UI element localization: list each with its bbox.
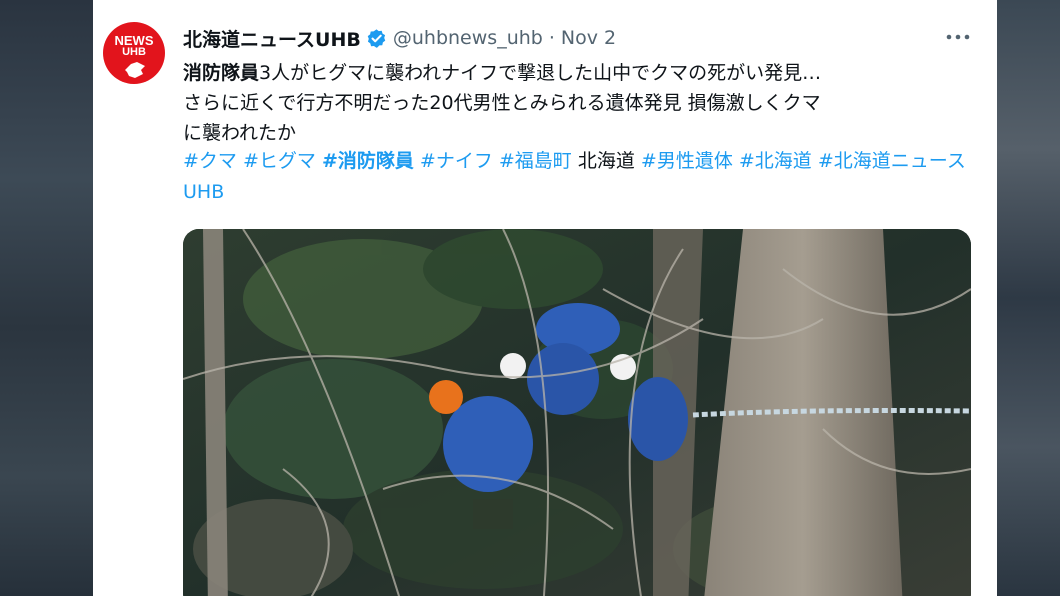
avatar-logo-subtext: UHB: [122, 46, 146, 58]
separator-dot: ·: [548, 27, 555, 49]
tweet-header: 北海道ニュースUHB @uhbnews_uhb · Nov 2: [183, 24, 616, 52]
tweet-text-line-1-rest: 3人がヒグマに襲われナイフで撃退した山中でクマの死がい発見…: [259, 62, 822, 84]
plain-text-hokkaido: 北海道: [577, 150, 635, 172]
hashtag-kuma[interactable]: #クマ: [183, 150, 237, 172]
hashtag-knife[interactable]: #ナイフ: [420, 150, 493, 172]
hokkaido-shape-icon: [125, 62, 145, 78]
tweet-text-line-3: に襲われたか: [183, 122, 297, 144]
user-handle[interactable]: @uhbnews_uhb: [393, 27, 543, 49]
hashtag-fukushima-cho[interactable]: #福島町: [499, 150, 572, 172]
tweet-date[interactable]: Nov 2: [561, 27, 616, 49]
tweet-media-photo[interactable]: [183, 229, 971, 596]
avatar[interactable]: NEWS UHB: [103, 22, 165, 84]
hashtag-dansei-itai[interactable]: #男性遺体: [641, 150, 733, 172]
background-right: [997, 0, 1060, 596]
more-options-icon[interactable]: [943, 24, 973, 50]
display-name[interactable]: 北海道ニュースUHB: [183, 25, 361, 52]
hashtag-hokkaido[interactable]: #北海道: [739, 150, 812, 172]
hashtag-list: #クマ #ヒグマ #消防隊員 #ナイフ #福島町 北海道 #男性遺体 #北海道 …: [183, 146, 973, 208]
hashtag-shoubou-taiin[interactable]: #消防隊員: [322, 150, 414, 172]
tweet-text-line-1: 消防隊員3人がヒグマに襲われナイフで撃退した山中でクマの死がい発見…: [183, 58, 973, 88]
forest-rescue-photo: [183, 229, 971, 596]
tweet-text: 消防隊員3人がヒグマに襲われナイフで撃退した山中でクマの死がい発見… さらに近く…: [183, 58, 973, 148]
background-left: [0, 0, 93, 596]
hashtag-higuma[interactable]: #ヒグマ: [243, 150, 316, 172]
tweet-card[interactable]: NEWS UHB 北海道ニュースUHB @uhbnews_uhb · Nov 2…: [93, 0, 997, 596]
verified-badge-icon: [366, 28, 387, 49]
tweet-text-bold: 消防隊員: [183, 62, 260, 84]
tweet-text-line-2: さらに近くで行方不明だった20代男性とみられる遺体発見 損傷激しくクマ: [183, 92, 821, 114]
